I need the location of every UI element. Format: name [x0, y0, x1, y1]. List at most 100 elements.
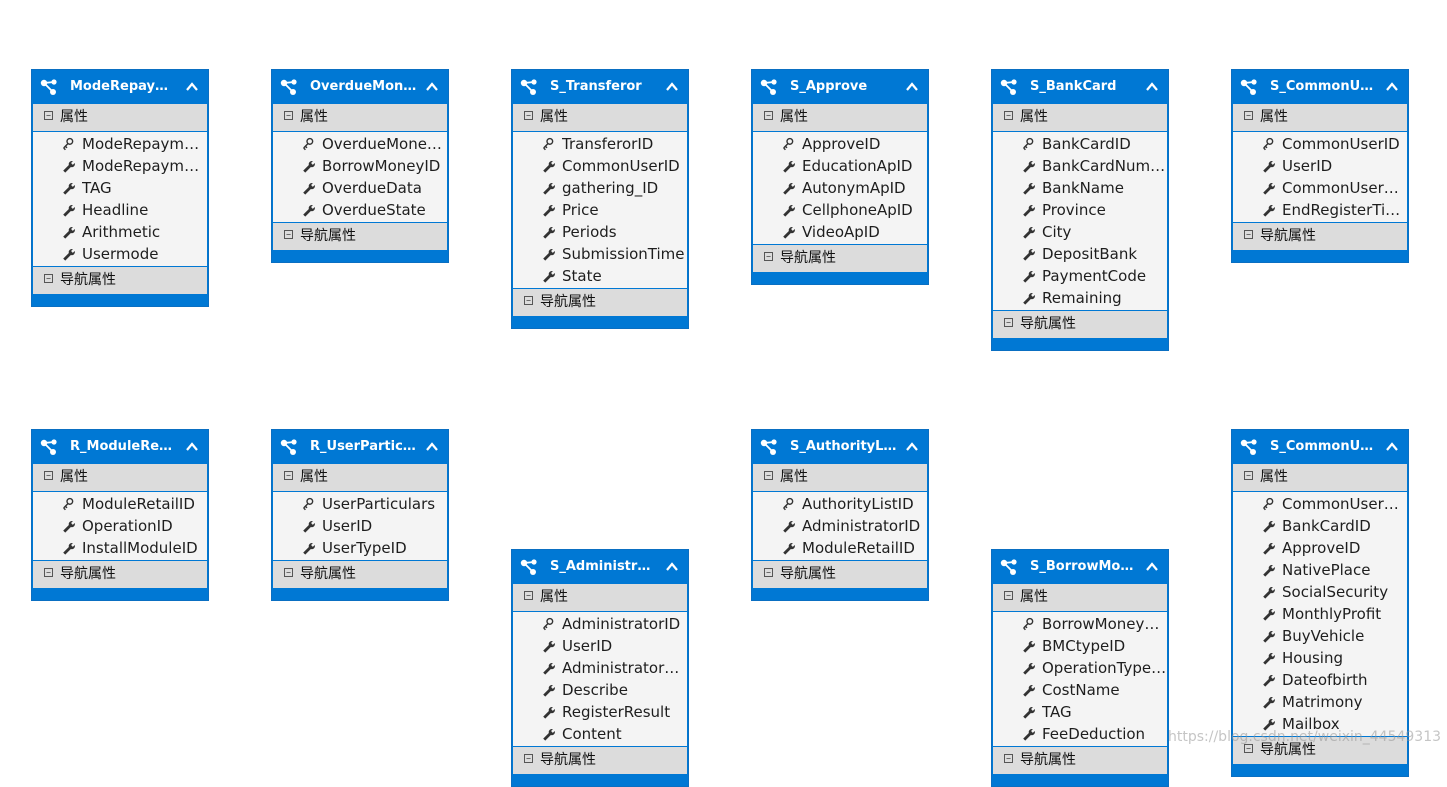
- collapse-toggle-icon[interactable]: −: [284, 471, 293, 480]
- property-row[interactable]: InstallModuleID: [33, 537, 207, 559]
- property-row[interactable]: CommonUser…: [1233, 177, 1407, 199]
- property-row[interactable]: AdministratorA…: [513, 657, 688, 679]
- property-row[interactable]: AdministratorID: [513, 613, 687, 635]
- property-row[interactable]: ModuleRetailID: [33, 493, 207, 515]
- property-row[interactable]: BankName: [993, 177, 1167, 199]
- collapse-toggle-icon[interactable]: −: [284, 111, 293, 120]
- entity-box[interactable]: S_Approve − 属性 ApproveID EducationApID Autony…: [751, 69, 929, 285]
- property-row[interactable]: BankCardNum…: [993, 155, 1167, 177]
- entity-box[interactable]: S_BorrowMo… − 属性 BorrowMoney… BMCtypeID Opera…: [991, 549, 1169, 787]
- properties-section-header[interactable]: − 属性: [33, 464, 207, 492]
- navigation-section-header[interactable]: − 导航属性: [273, 223, 447, 251]
- collapse-toggle-icon[interactable]: −: [1004, 591, 1013, 600]
- property-row[interactable]: UserTypeID: [273, 537, 447, 559]
- property-row[interactable]: ModeRepayme…: [33, 133, 208, 155]
- property-row[interactable]: gathering_ID: [513, 177, 687, 199]
- property-row[interactable]: VideoApID: [753, 221, 927, 243]
- property-row[interactable]: ModeRepayme…: [33, 155, 208, 177]
- chevron-up-icon[interactable]: [186, 81, 198, 91]
- collapse-toggle-icon[interactable]: −: [764, 568, 773, 577]
- property-row[interactable]: EducationApID: [753, 155, 927, 177]
- chevron-up-icon[interactable]: [426, 81, 438, 91]
- property-row[interactable]: DepositBank: [993, 243, 1167, 265]
- property-row[interactable]: AdministratorID: [753, 515, 927, 537]
- chevron-up-icon[interactable]: [426, 441, 438, 451]
- collapse-toggle-icon[interactable]: −: [284, 230, 293, 239]
- property-row[interactable]: UserParticulars: [273, 493, 447, 515]
- property-row[interactable]: UserID: [1233, 155, 1407, 177]
- collapse-toggle-icon[interactable]: −: [524, 111, 533, 120]
- collapse-toggle-icon[interactable]: −: [524, 754, 533, 763]
- property-row[interactable]: AuthorityListID: [753, 493, 927, 515]
- navigation-section-header[interactable]: − 导航属性: [33, 267, 207, 295]
- property-row[interactable]: UserID: [273, 515, 447, 537]
- property-row[interactable]: EndRegisterTime: [1233, 199, 1408, 221]
- entity-box[interactable]: S_AuthorityList − 属性 AuthorityListID Adminis…: [751, 429, 929, 601]
- property-row[interactable]: Matrimony: [1233, 691, 1407, 713]
- property-row[interactable]: BuyVehicle: [1233, 625, 1407, 647]
- collapse-toggle-icon[interactable]: −: [764, 111, 773, 120]
- property-row[interactable]: BorrowMoneyID: [273, 155, 447, 177]
- collapse-toggle-icon[interactable]: −: [1244, 471, 1253, 480]
- entity-box[interactable]: S_CommonU… − 属性 CommonUserID UserID CommonUse…: [1231, 69, 1409, 263]
- chevron-up-icon[interactable]: [1146, 561, 1158, 571]
- property-row[interactable]: Housing: [1233, 647, 1407, 669]
- property-row[interactable]: PaymentCode: [993, 265, 1167, 287]
- property-row[interactable]: Price: [513, 199, 687, 221]
- property-row[interactable]: State: [513, 265, 687, 287]
- entity-box[interactable]: R_UserPartic… − 属性 UserParticulars UserID Use…: [271, 429, 449, 601]
- entity-box[interactable]: S_BankCard − 属性 BankCardID BankCardNum… BankN…: [991, 69, 1169, 351]
- entity-header[interactable]: S_BankCard: [992, 70, 1168, 104]
- property-row[interactable]: ApproveID: [753, 133, 927, 155]
- collapse-toggle-icon[interactable]: −: [44, 274, 53, 283]
- collapse-toggle-icon[interactable]: −: [524, 591, 533, 600]
- property-row[interactable]: TransferorID: [513, 133, 687, 155]
- collapse-toggle-icon[interactable]: −: [1244, 111, 1253, 120]
- property-row[interactable]: BorrowMoney…: [993, 613, 1167, 635]
- property-row[interactable]: Describe: [513, 679, 687, 701]
- property-row[interactable]: RegisterResult: [513, 701, 687, 723]
- chevron-up-icon[interactable]: [1386, 81, 1398, 91]
- entity-header[interactable]: S_CommonU…: [1232, 70, 1408, 104]
- chevron-up-icon[interactable]: [666, 81, 678, 91]
- entity-header[interactable]: S_Transferor: [512, 70, 688, 104]
- entity-header[interactable]: S_Approve: [752, 70, 928, 104]
- property-row[interactable]: City: [993, 221, 1167, 243]
- property-row[interactable]: ApproveID: [1233, 537, 1407, 559]
- properties-section-header[interactable]: − 属性: [513, 104, 687, 132]
- navigation-section-header[interactable]: − 导航属性: [1233, 223, 1407, 251]
- collapse-toggle-icon[interactable]: −: [284, 568, 293, 577]
- navigation-section-header[interactable]: − 导航属性: [753, 245, 927, 273]
- property-row[interactable]: AutonymApID: [753, 177, 927, 199]
- collapse-toggle-icon[interactable]: −: [1004, 111, 1013, 120]
- collapse-toggle-icon[interactable]: −: [524, 296, 533, 305]
- property-row[interactable]: MonthlyProfit: [1233, 603, 1407, 625]
- navigation-section-header[interactable]: − 导航属性: [993, 747, 1167, 775]
- collapse-toggle-icon[interactable]: −: [44, 568, 53, 577]
- navigation-section-header[interactable]: − 导航属性: [753, 561, 927, 589]
- entity-header[interactable]: S_CommonU…: [1232, 430, 1408, 464]
- entity-box[interactable]: S_Transferor − 属性 TransferorID CommonUserID g…: [511, 69, 689, 329]
- properties-section-header[interactable]: − 属性: [273, 104, 447, 132]
- property-row[interactable]: BMCtypeID: [993, 635, 1167, 657]
- properties-section-header[interactable]: − 属性: [513, 584, 687, 612]
- navigation-section-header[interactable]: − 导航属性: [273, 561, 447, 589]
- navigation-section-header[interactable]: − 导航属性: [993, 311, 1167, 339]
- property-row[interactable]: FeeDeduction: [993, 723, 1167, 745]
- property-row[interactable]: Periods: [513, 221, 687, 243]
- property-row[interactable]: OverdueMone…: [273, 133, 447, 155]
- properties-section-header[interactable]: − 属性: [273, 464, 447, 492]
- entity-box[interactable]: ModeRepay… − 属性 ModeRepayme… ModeRepayme… TAG…: [31, 69, 209, 307]
- property-row[interactable]: Remaining: [993, 287, 1167, 309]
- property-row[interactable]: TAG: [33, 177, 207, 199]
- chevron-up-icon[interactable]: [1146, 81, 1158, 91]
- property-row[interactable]: OverdueData: [273, 177, 447, 199]
- properties-section-header[interactable]: − 属性: [993, 584, 1167, 612]
- chevron-up-icon[interactable]: [186, 441, 198, 451]
- entity-header[interactable]: S_Administra…: [512, 550, 688, 584]
- entity-box[interactable]: S_Administra… − 属性 AdministratorID UserID Adm…: [511, 549, 689, 787]
- collapse-toggle-icon[interactable]: −: [1004, 754, 1013, 763]
- properties-section-header[interactable]: − 属性: [753, 464, 927, 492]
- collapse-toggle-icon[interactable]: −: [1004, 318, 1013, 327]
- chevron-up-icon[interactable]: [906, 441, 918, 451]
